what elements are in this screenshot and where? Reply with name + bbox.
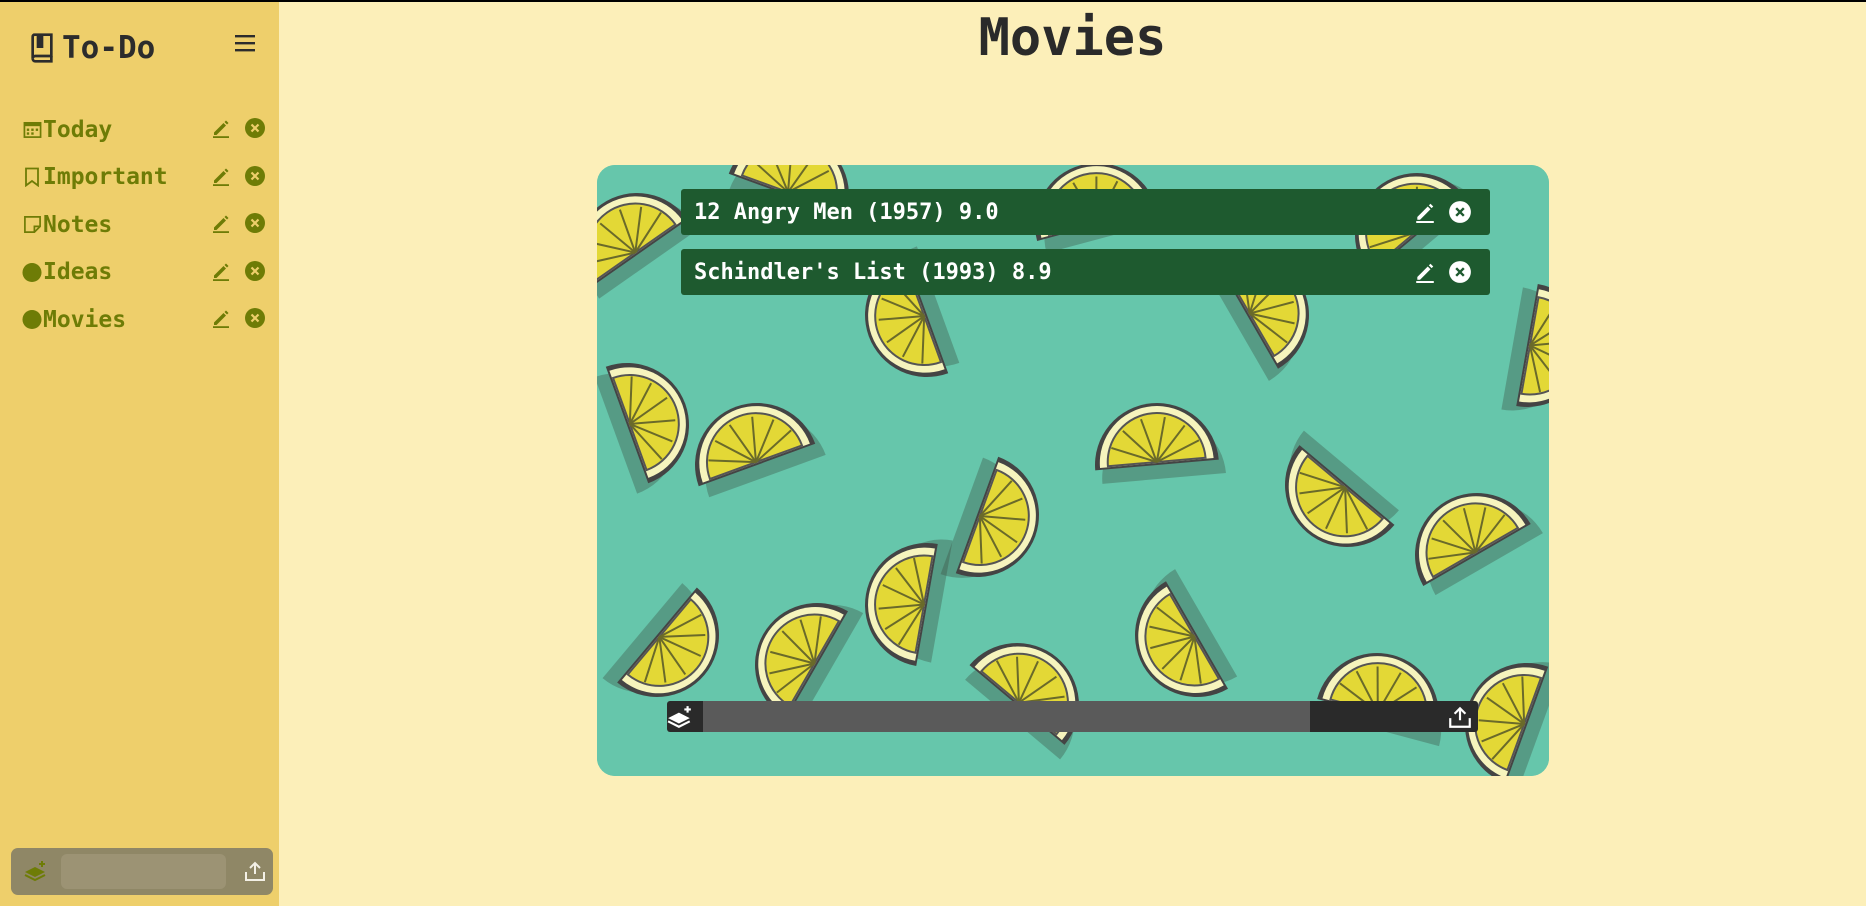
new-list-input[interactable] [61,854,226,889]
sidebar-item-label: Important [43,164,168,191]
sidebar-item-today[interactable]: Today [22,106,272,154]
close-circle-icon[interactable] [244,165,266,187]
sidebar-item-label: Today [43,116,113,143]
sidebar-item-label: Movies [43,306,127,333]
add-layer-icon[interactable] [23,860,47,882]
task-text: Schindler's List (1993) 8.9 [694,259,1052,285]
edit-icon[interactable] [1414,201,1436,223]
new-task-input[interactable] [703,701,1310,732]
circle-icon [22,261,42,283]
sidebar-item-label: Ideas [43,259,113,286]
page-title: Movies [978,8,1167,68]
edit-icon[interactable] [211,308,231,328]
edit-icon[interactable] [211,213,231,233]
edit-icon[interactable] [211,118,231,138]
sidebar-item-ideas[interactable]: Ideas [22,249,272,297]
close-circle-icon[interactable] [1448,260,1472,284]
task-item[interactable]: Schindler's List (1993) 8.9 [681,249,1490,295]
calendar-icon [22,119,42,141]
close-circle-icon[interactable] [244,260,266,282]
bookmark-icon [22,166,42,188]
app-title: To-Do [62,30,156,66]
sidebar-item-notes[interactable]: Notes [22,201,272,249]
upload-icon[interactable] [1447,705,1473,729]
add-layer-icon[interactable] [667,704,693,730]
upload-icon[interactable] [243,860,267,882]
close-circle-icon[interactable] [1448,200,1472,224]
sticky-note-icon [22,214,42,236]
close-circle-icon[interactable] [244,307,266,329]
list-nav: Today Important Notes Ideas Movies [22,106,272,344]
close-circle-icon[interactable] [244,117,266,139]
sidebar-item-label: Notes [43,211,113,238]
app-brand: To-Do [26,28,155,68]
edit-icon[interactable] [211,166,231,186]
book-icon [31,33,53,63]
hamburger-menu-icon[interactable] [233,32,257,54]
task-board: 12 Angry Men (1957) 9.0 Schindler's List… [597,165,1549,776]
edit-icon[interactable] [1414,261,1436,283]
sidebar-item-movies[interactable]: Movies [22,296,272,344]
sidebar: To-Do Today Important Notes Ideas Movies [0,2,279,906]
edit-icon[interactable] [211,261,231,281]
new-task-bar [667,701,1478,732]
new-list-bar [11,848,273,895]
task-item[interactable]: 12 Angry Men (1957) 9.0 [681,189,1490,235]
task-text: 12 Angry Men (1957) 9.0 [694,199,999,225]
sidebar-item-important[interactable]: Important [22,154,272,202]
close-circle-icon[interactable] [244,212,266,234]
circle-icon [22,309,42,331]
